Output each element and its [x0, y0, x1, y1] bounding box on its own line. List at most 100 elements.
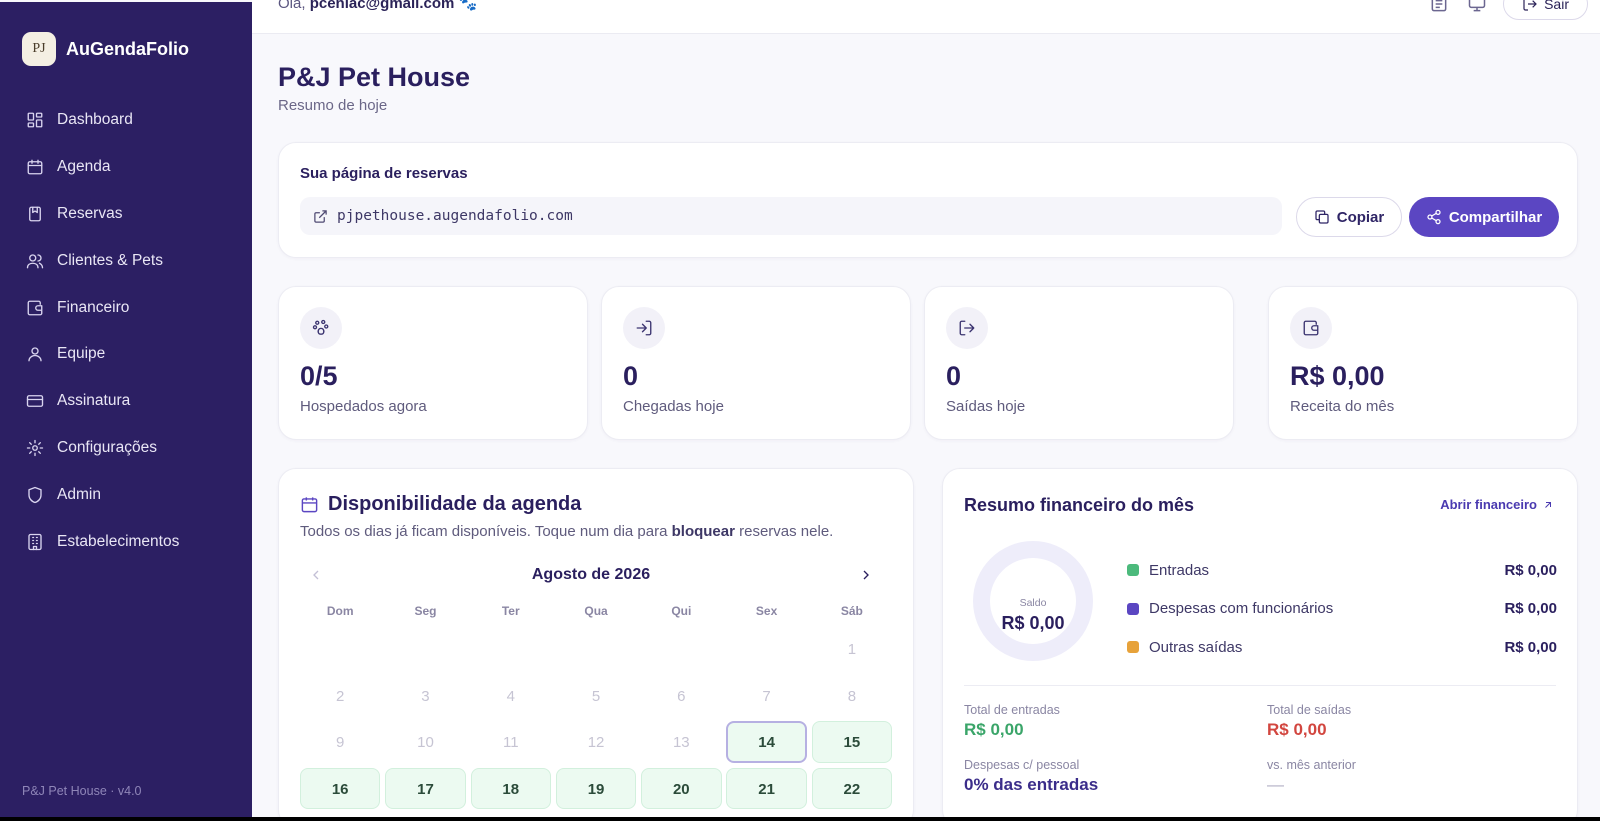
paw-icon: 🐾 [458, 0, 478, 12]
calendar-day[interactable]: 13 [641, 721, 721, 763]
calendar-blank [556, 628, 636, 670]
donut-center: Saldo R$ 0,00 [990, 558, 1076, 644]
page-title: P&J Pet House [278, 62, 471, 92]
bookmark-icon [29, 206, 41, 222]
calendar-day[interactable]: 18 [470, 767, 551, 809]
calendar-desc-before: Todos os dias já ficam disponíveis. Toqu… [300, 523, 672, 540]
stat-icon-badge [623, 307, 665, 349]
donut-label: Saldo [1019, 597, 1047, 609]
stat-label: Hospedados agora [300, 398, 427, 415]
calendar-day[interactable]: 10 [385, 721, 465, 763]
finance-summary-card: Resumo financeiro do mês Abrir financeir… [942, 468, 1578, 817]
sidebar-item-label: Admin [57, 485, 101, 503]
sidebar-item-estabelecimentos[interactable]: Estabelecimentos [0, 518, 252, 565]
calendar-day[interactable]: 21 [726, 767, 807, 809]
legend-value: R$ 0,00 [1504, 561, 1557, 579]
brand-logo: PJ [22, 32, 56, 66]
brand[interactable]: PJ AuGendaFolio [22, 32, 189, 66]
calendar-blank [726, 628, 806, 670]
share-button[interactable]: Compartilhar [1409, 197, 1559, 237]
newspaper-button[interactable] [1427, 0, 1451, 16]
sidebar-item-admin[interactable]: Admin [0, 471, 252, 518]
logout-icon [959, 320, 975, 336]
booking-url: pjpethouse.augendafolio.com [337, 208, 573, 224]
share-icon [1427, 209, 1441, 225]
top-bar: Olá, pcenlac@gmail.com 🐾 Sair [252, 0, 1600, 34]
copy-label: Copiar [1336, 208, 1385, 226]
calendar-day[interactable]: 12 [556, 721, 636, 763]
next-month-button[interactable] [856, 565, 876, 585]
calendar-day[interactable]: 17 [385, 767, 466, 809]
sidebar-item-financeiro[interactable]: Financeiro [0, 284, 252, 331]
users-icon [26, 254, 44, 269]
sidebar-item-label: Financeiro [57, 298, 130, 316]
stat-label: Chegadas hoje [623, 398, 724, 415]
brand-name: AuGendaFolio [66, 38, 189, 59]
calendar-day[interactable]: 3 [385, 675, 465, 717]
sidebar-item-clientes[interactable]: Clientes & Pets [0, 237, 252, 284]
sidebar-item-equipe[interactable]: Equipe [0, 331, 252, 378]
calendar-header: Disponibilidade da agenda [300, 493, 581, 516]
stat-icon-badge [1290, 307, 1332, 349]
paw-icon [312, 319, 329, 335]
sidebar-item-label: Reservas [57, 204, 123, 222]
legend-name: Entradas [1149, 561, 1210, 579]
legend-name: Despesas com funcionários [1149, 600, 1334, 618]
weekday-header: Qua [584, 604, 608, 618]
open-finance-label: Abrir financeiro [1440, 497, 1537, 512]
calendar-day-today[interactable]: 14 [726, 721, 807, 763]
calendar-day[interactable]: 11 [471, 721, 551, 763]
gear-icon [26, 439, 44, 457]
legend-row-outras: Outras saídas R$ 0,00 [1127, 628, 1557, 667]
calendar-day[interactable]: 5 [556, 675, 636, 717]
weekday-header: Seg [414, 604, 437, 618]
sidebar-item-configuracoes[interactable]: Configurações [0, 425, 252, 472]
logout-button[interactable]: Sair [1503, 0, 1588, 20]
calendar-day[interactable]: 22 [811, 767, 893, 809]
previous-month-label: vs. mês anterior [1267, 758, 1356, 772]
stat-card-chegadas: 0 Chegadas hoje [601, 286, 911, 440]
calendar-day[interactable]: 4 [471, 675, 551, 717]
calendar-day[interactable]: 9 [300, 721, 380, 763]
stat-value: R$ 0,00 [1290, 361, 1385, 391]
calendar-day[interactable]: 6 [641, 675, 721, 717]
sidebar-item-reservas[interactable]: Reservas [0, 191, 252, 238]
legend-swatch [1127, 641, 1139, 654]
sidebar-item-agenda[interactable]: Agenda [0, 144, 252, 191]
booking-page-card: Sua página de reservas pjpethouse.augend… [278, 142, 1578, 258]
calendar-day[interactable]: 19 [555, 767, 637, 809]
month-navigator: Agosto de 2026 [300, 563, 882, 587]
weekday-header: Qui [671, 604, 692, 618]
calendar-blank [300, 628, 380, 670]
calendar-day[interactable]: 20 [641, 767, 722, 809]
calendar-day[interactable]: 8 [812, 675, 892, 717]
open-finance-link[interactable]: Abrir financeiro [1440, 497, 1554, 512]
stat-label: Saídas hoje [946, 398, 1026, 415]
calendar-title: Disponibilidade da agenda [328, 493, 582, 515]
calendar-day[interactable]: 16 [300, 767, 381, 809]
staff-expenses-label: Despesas c/ pessoal [964, 758, 1080, 772]
sidebar-item-label: Configurações [57, 438, 157, 456]
calendar-day[interactable]: 7 [726, 675, 806, 717]
calendar-day[interactable]: 15 [811, 721, 893, 763]
stat-card-receita: R$ 0,00 Receita do mês [1268, 286, 1578, 440]
wallet-icon [1303, 320, 1319, 336]
sidebar-item-label: Agenda [57, 158, 111, 176]
shield-icon [28, 486, 42, 503]
top-actions: Sair [1427, 0, 1588, 20]
monitor-icon [1468, 0, 1486, 12]
calendar-day[interactable]: 1 [812, 628, 892, 670]
legend-swatch [1127, 602, 1139, 615]
total-out-value: R$ 0,00 [1267, 720, 1327, 739]
share-label: Compartilhar [1448, 208, 1543, 226]
legend-row-funcionarios: Despesas com funcionários R$ 0,00 [1127, 590, 1557, 629]
legend-swatch [1127, 564, 1139, 577]
monitor-button[interactable] [1465, 0, 1489, 16]
sidebar-item-label: Dashboard [57, 111, 133, 129]
copy-button[interactable]: Copiar [1296, 197, 1402, 237]
greeting-prefix: Olá, [278, 0, 306, 12]
sidebar-item-assinatura[interactable]: Assinatura [0, 378, 252, 425]
booking-url-field[interactable]: pjpethouse.augendafolio.com [300, 197, 1282, 235]
calendar-day[interactable]: 2 [300, 675, 380, 717]
sidebar-item-dashboard[interactable]: Dashboard [0, 97, 252, 144]
